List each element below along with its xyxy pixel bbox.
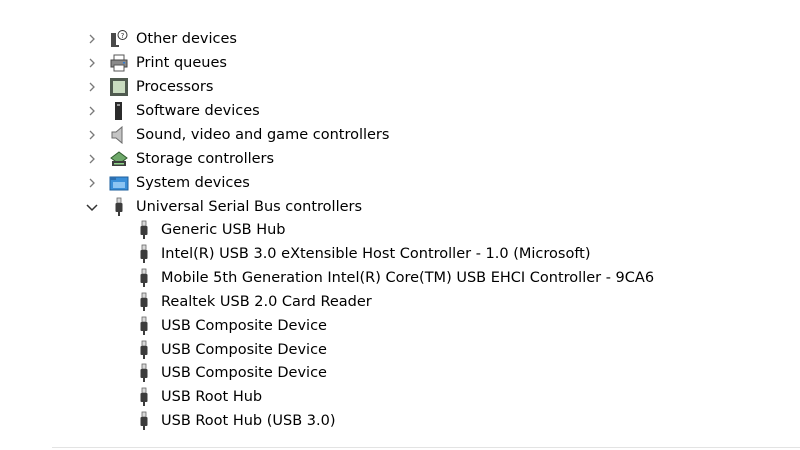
tree-item-label: Software devices bbox=[136, 103, 260, 119]
usb-device-label: USB Root Hub (USB 3.0) bbox=[161, 413, 336, 429]
usb-plug-icon bbox=[109, 197, 129, 217]
system-folder-icon bbox=[109, 173, 129, 193]
usb-device-label: USB Composite Device bbox=[161, 342, 327, 358]
tree-item-system-devices[interactable]: System devices bbox=[84, 172, 250, 194]
usb-device-label: USB Composite Device bbox=[161, 365, 327, 381]
usb-device-item[interactable]: USB Composite Device bbox=[134, 315, 327, 337]
tree-item-software-devices[interactable]: Software devices bbox=[84, 100, 260, 122]
tree-item-other-devices[interactable]: ? Other devices bbox=[84, 28, 237, 50]
usb-device-label: Generic USB Hub bbox=[161, 222, 286, 238]
storage-controller-icon bbox=[109, 149, 129, 169]
usb-device-label: Realtek USB 2.0 Card Reader bbox=[161, 294, 372, 310]
processor-icon bbox=[109, 77, 129, 97]
chevron-right-icon[interactable] bbox=[84, 28, 100, 50]
tree-item-storage-controllers[interactable]: Storage controllers bbox=[84, 148, 274, 170]
tree-item-label: Sound, video and game controllers bbox=[136, 127, 390, 143]
tree-item-print-queues[interactable]: Print queues bbox=[84, 52, 227, 74]
usb-plug-icon bbox=[134, 411, 154, 431]
usb-device-label: Mobile 5th Generation Intel(R) Core(TM) … bbox=[161, 270, 655, 286]
speaker-icon bbox=[109, 125, 129, 145]
tree-item-label: Print queues bbox=[136, 55, 227, 71]
tree-item-sound-video-game-controllers[interactable]: Sound, video and game controllers bbox=[84, 124, 389, 146]
chevron-right-icon[interactable] bbox=[84, 148, 100, 170]
software-device-icon bbox=[109, 101, 129, 121]
tree-item-label: Other devices bbox=[136, 31, 237, 47]
svg-text:?: ? bbox=[121, 32, 125, 40]
chevron-right-icon[interactable] bbox=[84, 124, 100, 146]
tree-item-label: Processors bbox=[136, 79, 214, 95]
chevron-right-icon[interactable] bbox=[84, 172, 100, 194]
usb-plug-icon bbox=[134, 220, 154, 240]
usb-plug-icon bbox=[134, 387, 154, 407]
usb-device-label: Intel(R) USB 3.0 eXtensible Host Control… bbox=[161, 246, 591, 262]
tree-item-usb-controllers[interactable]: Universal Serial Bus controllers bbox=[84, 196, 362, 218]
usb-device-item[interactable]: USB Composite Device bbox=[134, 362, 327, 384]
tree-item-label: Universal Serial Bus controllers bbox=[136, 199, 363, 215]
usb-device-item[interactable]: USB Composite Device bbox=[134, 339, 327, 361]
usb-device-item[interactable]: Intel(R) USB 3.0 eXtensible Host Control… bbox=[134, 243, 591, 265]
unknown-device-icon: ? bbox=[109, 29, 129, 49]
chevron-right-icon[interactable] bbox=[84, 52, 100, 74]
usb-plug-icon bbox=[134, 244, 154, 264]
tree-item-label: Storage controllers bbox=[136, 151, 275, 167]
chevron-down-icon[interactable] bbox=[84, 196, 100, 218]
usb-device-item[interactable]: USB Root Hub bbox=[134, 386, 262, 408]
device-tree: ? Other devices Print queues Processors … bbox=[0, 0, 800, 450]
usb-device-item[interactable]: USB Root Hub (USB 3.0) bbox=[134, 410, 336, 432]
tree-item-label: System devices bbox=[136, 175, 250, 191]
tree-item-processors[interactable]: Processors bbox=[84, 76, 213, 98]
usb-device-item[interactable]: Mobile 5th Generation Intel(R) Core(TM) … bbox=[134, 267, 654, 289]
usb-device-label: USB Root Hub bbox=[161, 389, 263, 405]
usb-plug-icon bbox=[134, 340, 154, 360]
usb-device-label: USB Composite Device bbox=[161, 318, 327, 334]
chevron-right-icon[interactable] bbox=[84, 100, 100, 122]
printer-icon bbox=[109, 53, 129, 73]
usb-device-item[interactable]: Generic USB Hub bbox=[134, 219, 286, 241]
usb-plug-icon bbox=[134, 316, 154, 336]
usb-plug-icon bbox=[134, 363, 154, 383]
divider bbox=[52, 447, 800, 448]
usb-plug-icon bbox=[134, 268, 154, 288]
usb-device-item[interactable]: Realtek USB 2.0 Card Reader bbox=[134, 291, 372, 313]
usb-plug-icon bbox=[134, 292, 154, 312]
chevron-right-icon[interactable] bbox=[84, 76, 100, 98]
